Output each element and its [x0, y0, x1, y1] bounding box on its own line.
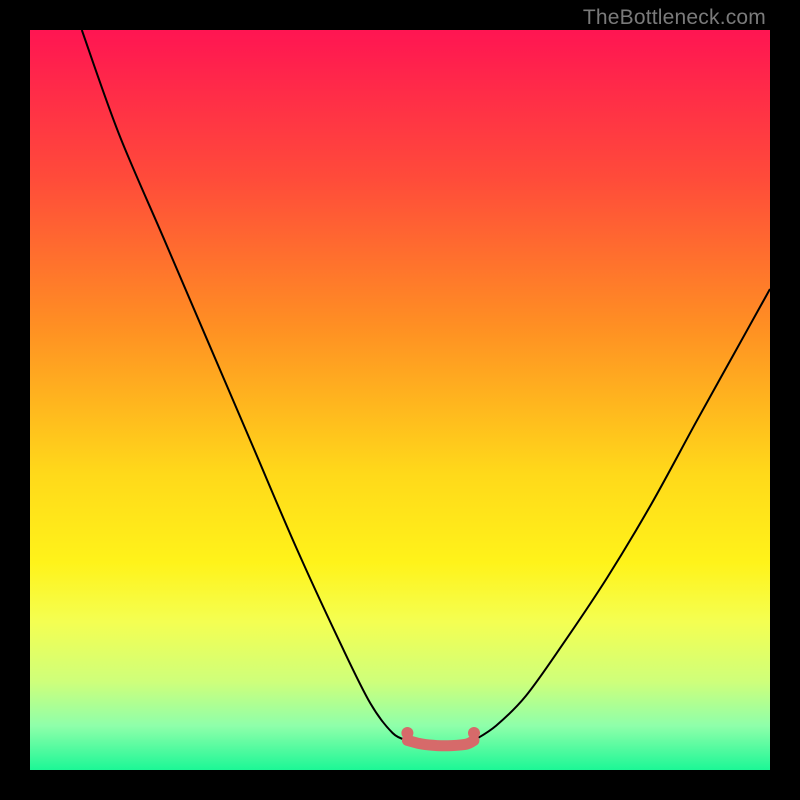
- plot-area: [30, 30, 770, 770]
- optimal-end-marker: [468, 727, 480, 739]
- bottleneck-curve: [30, 30, 770, 770]
- optimal-band-path: [407, 740, 474, 745]
- right-curve-path: [474, 289, 770, 740]
- chart-frame: TheBottleneck.com: [0, 0, 800, 800]
- watermark-text: TheBottleneck.com: [583, 6, 766, 30]
- optimal-start-marker: [401, 727, 413, 739]
- left-curve-path: [82, 30, 408, 740]
